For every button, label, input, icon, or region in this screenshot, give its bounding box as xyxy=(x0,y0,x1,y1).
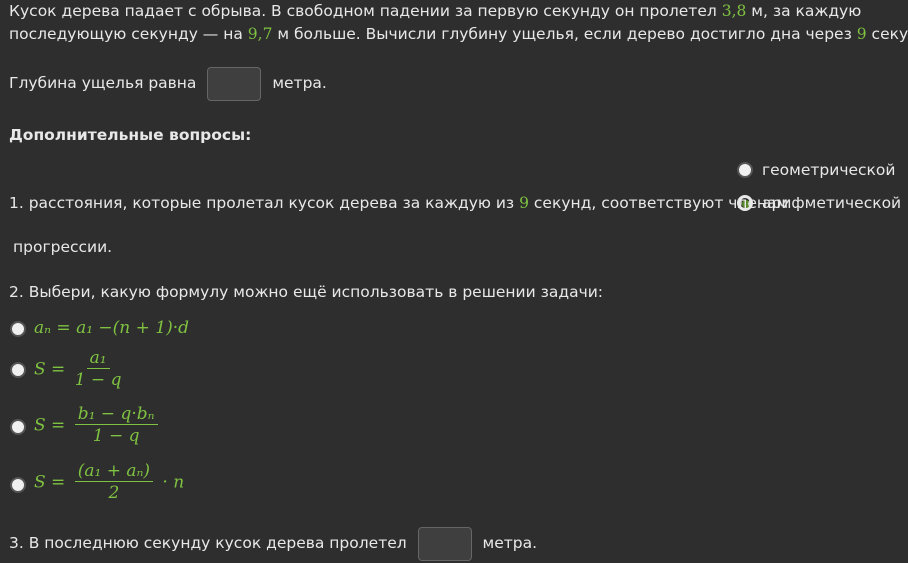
q1-tail: прогрессии. xyxy=(13,238,113,256)
q3-unit: метра. xyxy=(482,534,538,552)
formula-3: S = b₁ − q·bₙ 1 − q xyxy=(34,404,162,447)
formula-2-lhs: S = xyxy=(34,359,66,380)
formula-4-numerator: (a₁ + aₙ) xyxy=(74,461,153,482)
problem-text: Кусок дерева падает с обрыва. В свободно… xyxy=(9,2,722,20)
formula-4: S = (a₁ + aₙ) 2 · n xyxy=(34,461,184,504)
formula-2-denominator: 1 − q xyxy=(74,370,122,390)
formula-3-numerator: b₁ − q·bₙ xyxy=(74,404,158,425)
value-seconds: 9 xyxy=(856,25,867,43)
formula-3-lhs: S = xyxy=(34,415,66,436)
problem-line-2: последующую секунду — на 9,7 м больше. В… xyxy=(9,25,908,43)
formula-4-denominator: 2 xyxy=(108,483,120,503)
q1-text-part: секунд, соответствуют членам xyxy=(528,194,789,212)
value-first-second: 3,8 xyxy=(721,2,747,20)
value-increment: 9,7 xyxy=(247,25,273,43)
problem-text: м больше. Вычисли глубину ущелья, если д… xyxy=(272,25,857,43)
radio-geometric[interactable] xyxy=(737,162,753,178)
formula-2: S = a₁ 1 − q xyxy=(34,348,125,391)
formula-3-denominator: 1 − q xyxy=(92,426,140,446)
formula-4-tail: · n xyxy=(162,472,185,493)
depth-answer-input[interactable] xyxy=(207,66,262,101)
radio-formula-1[interactable] xyxy=(10,321,26,337)
problem-text: последующую секунду — на xyxy=(9,25,248,43)
answer-unit: метра. xyxy=(272,74,327,92)
q1-text: 1. расстояния, которые пролетал кусок де… xyxy=(9,194,788,212)
additional-questions-title: Дополнительные вопросы: xyxy=(9,126,252,144)
q1-num: 9 xyxy=(519,194,529,212)
formula-4-lhs: S = xyxy=(34,472,66,493)
problem-line-1: Кусок дерева падает с обрыва. В свободно… xyxy=(9,2,861,20)
radio-formula-4[interactable] xyxy=(10,477,26,493)
formula-2-numerator: a₁ xyxy=(86,348,110,369)
problem-text: секунд. xyxy=(871,25,908,43)
q1-text-part: 1. расстояния, которые пролетал кусок де… xyxy=(9,194,520,212)
last-second-answer-input[interactable] xyxy=(417,526,472,561)
q3-label: 3. В последнюю секунду кусок дерева прол… xyxy=(9,534,407,552)
q3-line: 3. В последнюю секунду кусок дерева прол… xyxy=(9,526,537,561)
problem-text: м, за каждую xyxy=(746,2,862,20)
answer-line: Глубина ущелья равна метра. xyxy=(9,66,327,101)
option-geometric-label: геометрической xyxy=(762,161,896,179)
q2-text: 2. Выбери, какую формулу можно ещё испол… xyxy=(9,283,604,301)
answer-label: Глубина ущелья равна xyxy=(9,74,197,92)
radio-formula-2[interactable] xyxy=(10,362,26,378)
radio-formula-3[interactable] xyxy=(10,419,26,435)
formula-1: aₙ = a₁ −(n + 1)·d xyxy=(34,318,190,338)
